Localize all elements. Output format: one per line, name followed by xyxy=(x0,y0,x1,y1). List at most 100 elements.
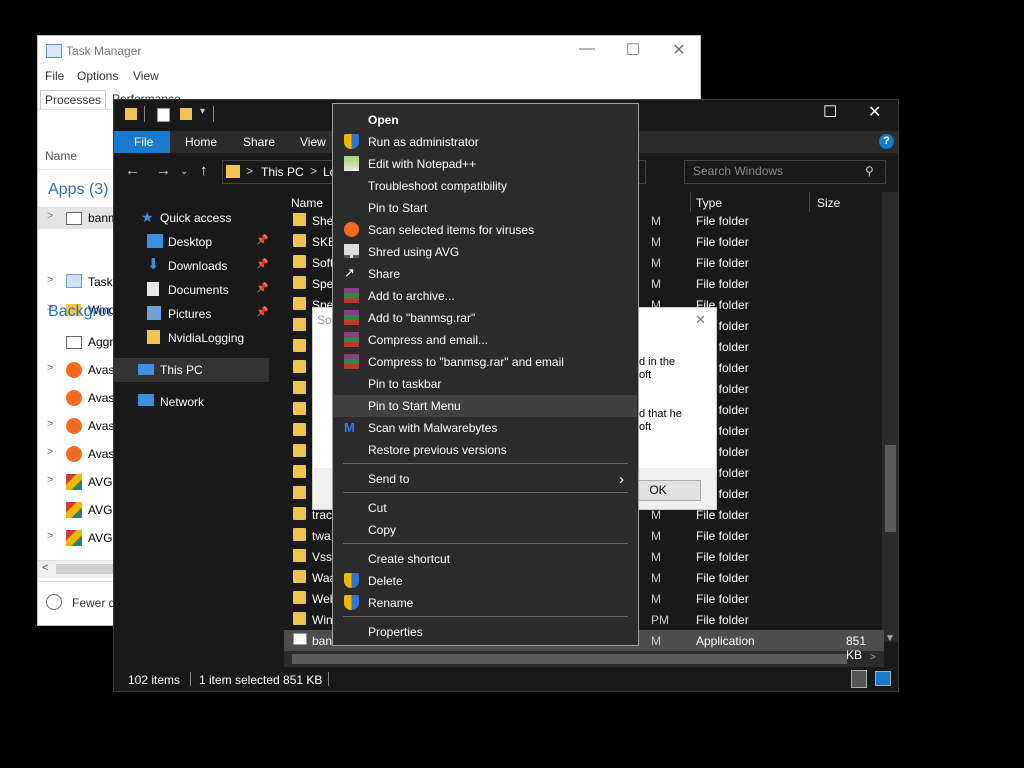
pin-icon[interactable]: 📌 xyxy=(256,259,268,270)
ribbon-tab-share[interactable]: Share xyxy=(233,131,285,153)
menu-file[interactable]: File xyxy=(45,69,64,83)
menu-item-add-to-archive[interactable]: Add to archive... xyxy=(334,285,637,307)
column-header-size[interactable]: Size xyxy=(817,196,840,210)
close-button[interactable]: ✕ xyxy=(868,102,881,122)
process-name: AVG xyxy=(88,503,113,517)
file-date: M xyxy=(651,592,661,606)
menu-item-edit-with-notepad[interactable]: Edit with Notepad++ xyxy=(334,153,637,175)
menu-item-compress-to-banmsg-rar-and-email[interactable]: Compress to "banmsg.rar" and email xyxy=(334,351,637,373)
close-icon[interactable]: ✕ xyxy=(695,312,706,328)
maximize-button[interactable]: ☐ xyxy=(618,40,648,60)
chevron-right-icon[interactable]: > xyxy=(47,210,53,222)
chevron-right-icon[interactable]: > xyxy=(47,530,53,542)
forward-button[interactable]: → xyxy=(156,162,171,179)
tab-processes[interactable]: Processes xyxy=(40,90,107,110)
menu-item-properties[interactable]: Properties xyxy=(334,621,637,643)
nav-item-pictures[interactable]: Pictures 📌 xyxy=(114,302,269,326)
nav-item-quick-access[interactable]: ★ Quick access xyxy=(114,206,269,230)
menu-item-compress-and-email[interactable]: Compress and email... xyxy=(334,329,637,351)
process-row[interactable]: > Avas xyxy=(38,415,114,437)
process-row[interactable]: AVG xyxy=(38,499,114,521)
column-name[interactable]: Name xyxy=(45,149,77,163)
chevron-right-icon: › xyxy=(619,471,624,488)
menu-item-scan-with-malwarebytes[interactable]: M Scan with Malwarebytes xyxy=(334,417,637,439)
pin-icon[interactable]: 📌 xyxy=(256,283,268,294)
menu-item-scan-selected-items-for-viruses[interactable]: Scan selected items for viruses xyxy=(334,219,637,241)
menu-item-copy[interactable]: Copy xyxy=(334,519,637,541)
ribbon-tab-home[interactable]: Home xyxy=(175,131,227,153)
process-row[interactable]: > AVG xyxy=(38,471,114,493)
ribbon-tab-file[interactable]: File xyxy=(114,131,170,153)
menu-item-pin-to-taskbar[interactable]: Pin to taskbar xyxy=(334,373,637,395)
menu-view[interactable]: View xyxy=(133,69,159,83)
scrollbar-thumb[interactable] xyxy=(885,445,896,532)
search-icon[interactable]: ⚲ xyxy=(865,164,874,178)
help-icon[interactable]: ? xyxy=(879,134,894,149)
process-row[interactable]: > Avas xyxy=(38,443,114,465)
folder-icon xyxy=(293,276,306,289)
pin-icon[interactable]: 📌 xyxy=(256,307,268,318)
horizontal-scrollbar[interactable]: < xyxy=(38,560,114,578)
menu-item-create-shortcut[interactable]: Create shortcut xyxy=(334,548,637,570)
back-button[interactable]: ← xyxy=(125,162,140,179)
nav-item-network[interactable]: Network xyxy=(114,390,269,414)
file-name: She xyxy=(312,214,334,228)
menu-item-label: Pin to taskbar xyxy=(368,377,442,391)
collapse-icon[interactable] xyxy=(46,594,62,610)
process-row[interactable]: > Task xyxy=(38,271,114,293)
quick-access-toolbar-dropdown-icon[interactable]: ▾ xyxy=(200,106,205,117)
nav-item-this-pc[interactable]: This PC xyxy=(114,358,269,382)
breadcrumb-this-pc[interactable]: This PC xyxy=(261,165,304,179)
nav-item-downloads[interactable]: ⬇ Downloads 📌 xyxy=(114,254,269,278)
process-row[interactable]: > AVG xyxy=(38,527,114,549)
nav-item-documents[interactable]: Documents 📌 xyxy=(114,278,269,302)
menu-item-rename[interactable]: Rename xyxy=(334,592,637,614)
menu-item-shred-using-avg[interactable]: Shred using AVG xyxy=(334,241,637,263)
recent-locations-dropdown-icon[interactable]: ⌄ xyxy=(180,166,188,177)
menu-item-cut[interactable]: Cut xyxy=(334,497,637,519)
menu-item-label: Pin to Start Menu xyxy=(368,399,461,413)
scroll-left-icon[interactable]: < xyxy=(42,562,48,574)
menu-item-send-to[interactable]: Send to › xyxy=(334,468,637,490)
column-header-type[interactable]: Type xyxy=(696,196,722,210)
search-input[interactable]: Search Windows xyxy=(684,160,886,184)
process-row[interactable]: Avas xyxy=(38,387,114,409)
close-button[interactable]: ✕ xyxy=(664,40,694,60)
menu-item-run-as-administrator[interactable]: Run as administrator xyxy=(334,131,637,153)
properties-icon[interactable] xyxy=(157,108,170,122)
ribbon-tab-view[interactable]: View xyxy=(290,131,336,153)
up-button[interactable]: ↑ xyxy=(200,162,208,179)
menu-item-share[interactable]: ↗ Share xyxy=(334,263,637,285)
details-view-icon[interactable] xyxy=(851,670,867,688)
menu-item-restore-previous-versions[interactable]: Restore previous versions xyxy=(334,439,637,461)
chevron-right-icon[interactable]: > xyxy=(47,418,53,430)
menu-item-pin-to-start-menu[interactable]: Pin to Start Menu xyxy=(334,395,637,417)
scrollbar-thumb[interactable] xyxy=(292,654,847,664)
menu-item-open[interactable]: Open xyxy=(334,109,637,131)
column-header-name[interactable]: Name xyxy=(291,196,323,210)
process-row[interactable]: > Avas xyxy=(38,359,114,381)
large-icons-view-icon[interactable] xyxy=(875,671,891,686)
nav-item-nvidialogging[interactable]: NvidiaLogging xyxy=(114,326,269,350)
breadcrumb-separator-icon[interactable]: > xyxy=(246,164,253,178)
minimize-button[interactable]: — xyxy=(572,40,602,58)
vertical-scrollbar[interactable] xyxy=(882,192,898,642)
chevron-right-icon[interactable]: > xyxy=(47,274,53,286)
pin-icon[interactable]: 📌 xyxy=(256,235,268,246)
menu-item-add-to-banmsg-rar[interactable]: Add to "banmsg.rar" xyxy=(334,307,637,329)
maximize-button[interactable]: ☐ xyxy=(823,102,837,122)
fewer-details-link[interactable]: Fewer d xyxy=(72,596,115,610)
menu-item-troubleshoot-compatibility[interactable]: Troubleshoot compatibility xyxy=(334,175,637,197)
nav-item-desktop[interactable]: Desktop 📌 xyxy=(114,230,269,254)
chevron-right-icon[interactable]: > xyxy=(47,474,53,486)
new-folder-icon[interactable] xyxy=(180,108,192,120)
menu-item-delete[interactable]: Delete xyxy=(334,570,637,592)
process-row[interactable]: Aggr xyxy=(38,331,114,353)
chevron-right-icon[interactable]: > xyxy=(47,362,53,374)
breadcrumb-separator-icon[interactable]: > xyxy=(310,164,317,178)
menu-item-pin-to-start[interactable]: Pin to Start xyxy=(334,197,637,219)
scroll-down-icon[interactable]: ▼ xyxy=(885,633,895,644)
chevron-right-icon[interactable]: > xyxy=(47,446,53,458)
menu-options[interactable]: Options xyxy=(77,69,118,83)
process-row[interactable]: > banm xyxy=(38,207,118,229)
